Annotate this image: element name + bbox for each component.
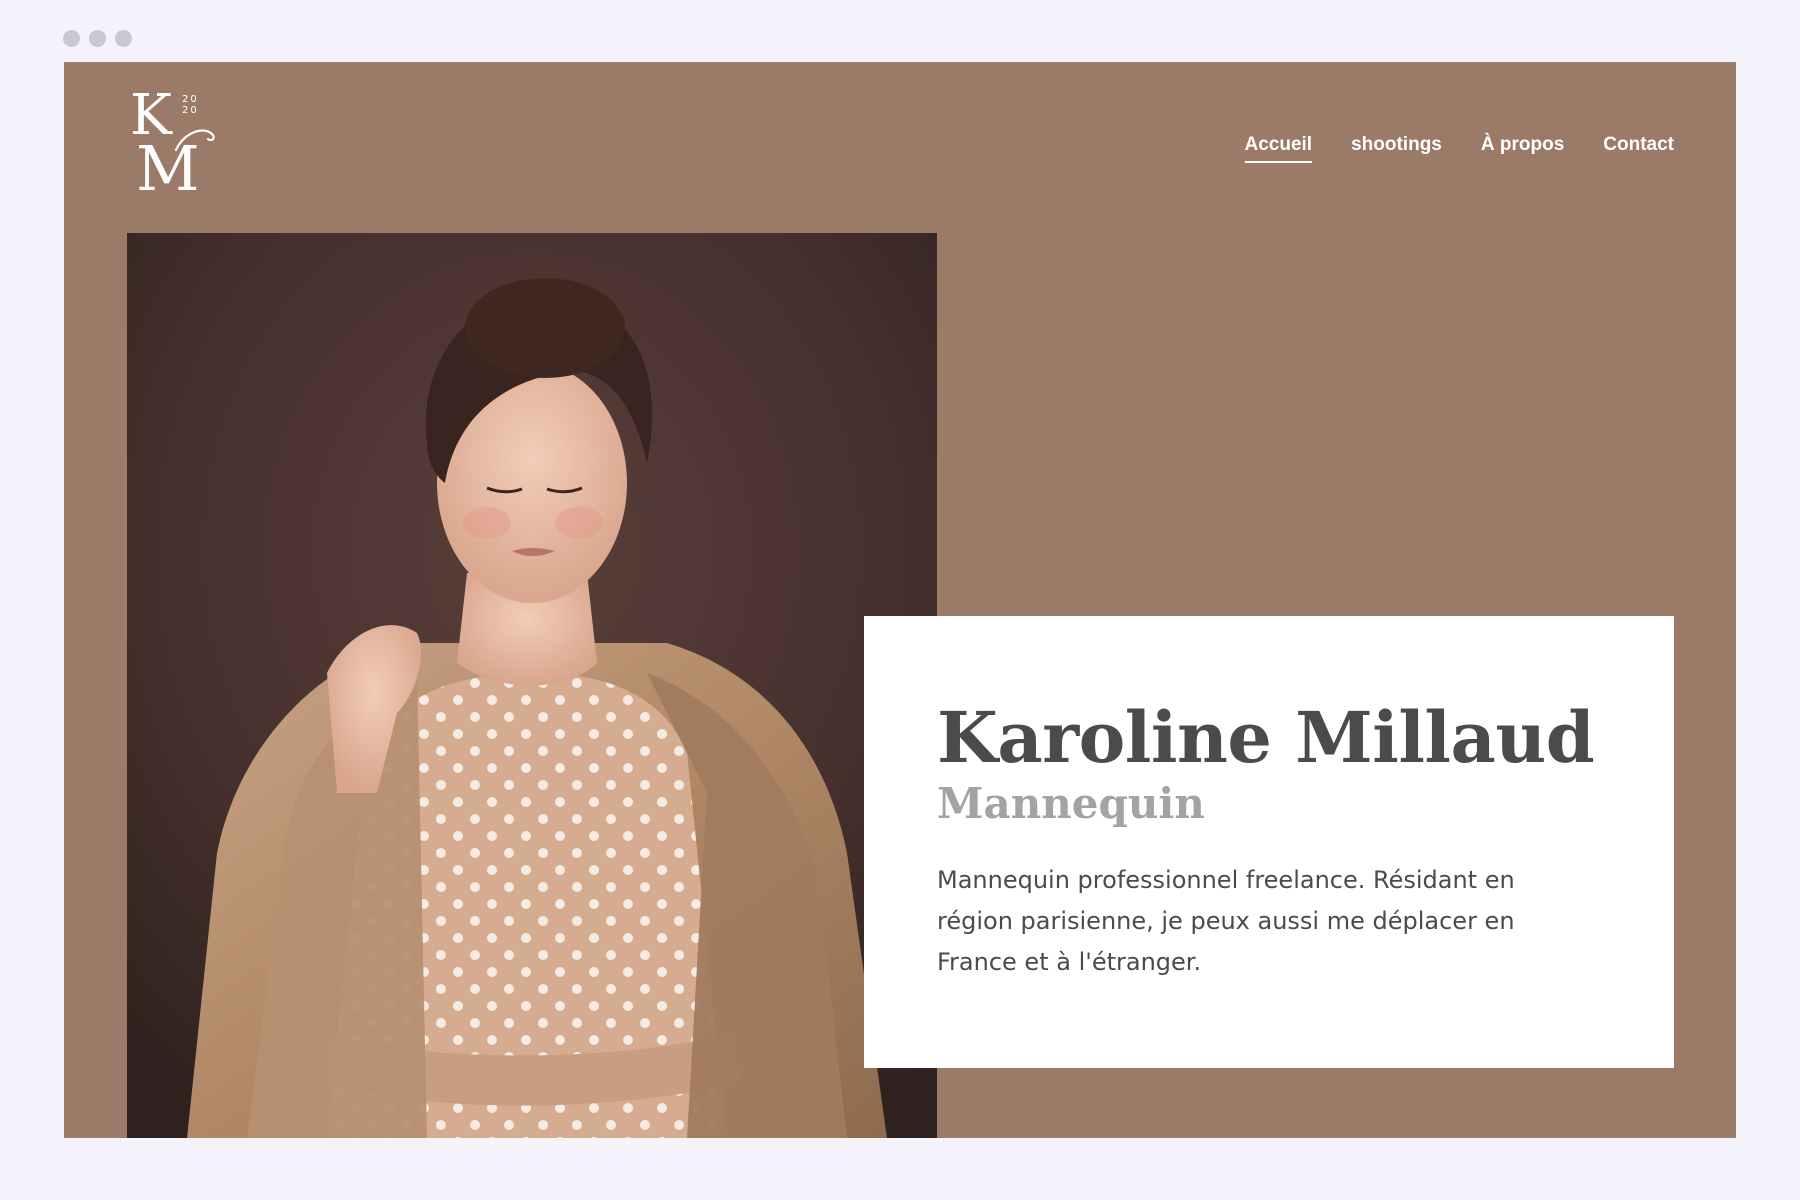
main-nav: Accueil shootings À propos Contact	[1244, 132, 1674, 163]
hero-description: Mannequin professionnel freelance. Résid…	[937, 866, 1515, 976]
hero-name: Karoline Millaud	[937, 696, 1595, 779]
window-dot	[89, 30, 106, 47]
portrait-image	[127, 233, 937, 1138]
logo-year-bottom: 20	[182, 105, 199, 116]
nav-item-accueil[interactable]: Accueil	[1244, 132, 1313, 163]
window-controls	[63, 30, 132, 47]
km-logo[interactable]: K 20 20 M	[126, 88, 226, 200]
window-dot	[115, 30, 132, 47]
nav-item-contact[interactable]: Contact	[1603, 132, 1674, 163]
hero-card: Karoline Millaud Mannequin Mannequin pro…	[864, 616, 1674, 1068]
logo-year-top: 20	[182, 94, 199, 105]
window-dot	[63, 30, 80, 47]
portrait-photo	[127, 233, 937, 1138]
nav-item-shootings[interactable]: shootings	[1351, 132, 1442, 163]
logo-year: 20 20	[182, 94, 199, 116]
logo-swash-icon	[174, 129, 215, 152]
hero-role: Mannequin	[937, 779, 1205, 828]
website-page: K 20 20 M Accueil shootings À propos Con…	[64, 62, 1736, 1138]
nav-item-a-propos[interactable]: À propos	[1481, 132, 1564, 163]
